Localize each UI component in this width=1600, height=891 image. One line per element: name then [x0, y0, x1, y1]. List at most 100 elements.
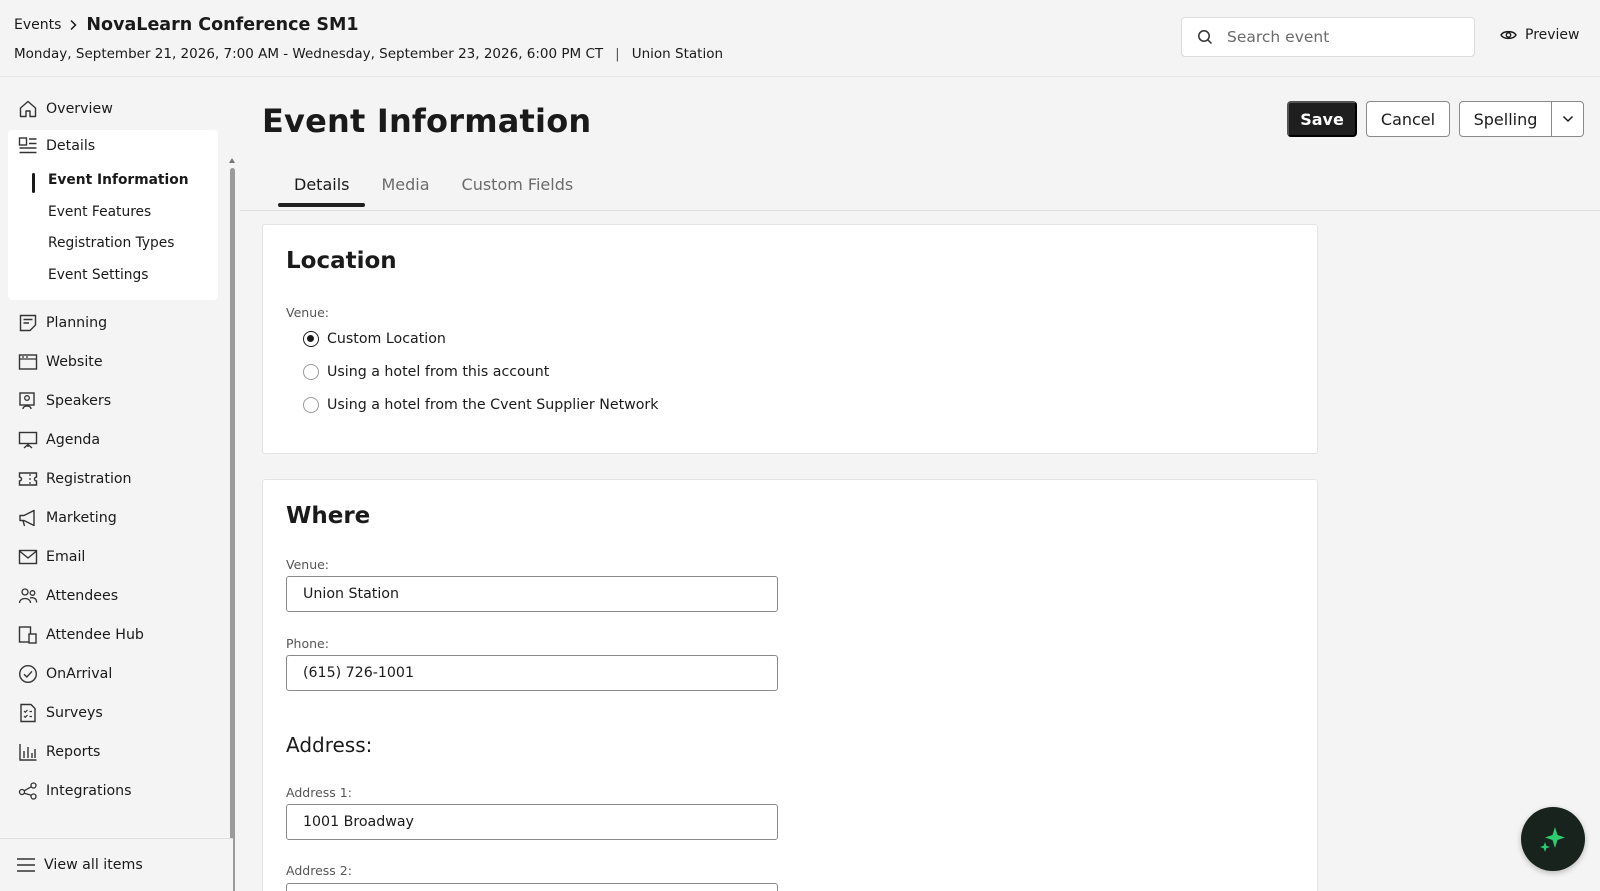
envelope-icon: [18, 547, 38, 567]
address-heading: Address:: [286, 733, 373, 757]
chevron-down-icon: [1562, 115, 1574, 123]
search-input[interactable]: Search event: [1181, 17, 1475, 57]
tab-bar: Details Media Custom Fields: [278, 174, 589, 207]
sidebar-item-speakers[interactable]: Speakers: [18, 390, 111, 412]
radio-checked-icon[interactable]: [303, 331, 319, 347]
planning-icon: [18, 313, 38, 333]
sidebar-item-website[interactable]: Website: [18, 351, 103, 373]
address2-field[interactable]: [286, 883, 778, 891]
search-icon: [1197, 29, 1213, 45]
where-card: Where Venue: Union Station Phone: (615) …: [262, 479, 1318, 891]
location-card: Location Venue: Custom Location Using a …: [262, 224, 1318, 454]
sidebar-item-reports[interactable]: Reports: [18, 741, 100, 763]
save-button[interactable]: Save: [1287, 101, 1357, 137]
share-nodes-icon: [18, 781, 38, 801]
sidebar-scrollbar-thumb[interactable]: [230, 168, 235, 891]
more-actions-dropdown[interactable]: [1551, 101, 1584, 137]
sidebar-item-surveys[interactable]: Surveys: [18, 702, 103, 724]
sidebar-item-email[interactable]: Email: [18, 546, 85, 568]
breadcrumb: Events NovaLearn Conference SM1: [14, 15, 359, 35]
sidebar: Overview Details Event Information Event…: [0, 78, 235, 891]
sidebar-item-planning[interactable]: Planning: [18, 312, 107, 334]
radio-label: Using a hotel from this account: [327, 364, 550, 380]
venue-type-label: Venue:: [286, 305, 330, 320]
preview-label: Preview: [1525, 27, 1580, 43]
chevron-right-icon: [69, 19, 77, 31]
venue-field[interactable]: Union Station: [286, 576, 778, 612]
tabs-divider: [240, 210, 1600, 211]
search-placeholder: Search event: [1227, 28, 1330, 46]
radio-custom-location[interactable]: Custom Location: [303, 331, 446, 347]
sidebar-item-attendee-hub[interactable]: Attendee Hub: [18, 624, 144, 646]
sidebar-subitem-event-information[interactable]: Event Information: [48, 172, 189, 188]
tab-details[interactable]: Details: [278, 174, 366, 207]
bar-chart-icon: [18, 742, 38, 762]
spelling-button[interactable]: Spelling: [1459, 101, 1552, 137]
tab-custom-fields[interactable]: Custom Fields: [446, 174, 590, 207]
sidebar-subitem-event-features[interactable]: Event Features: [48, 204, 151, 220]
sidebar-item-marketing[interactable]: Marketing: [18, 507, 117, 529]
eye-icon: [1500, 28, 1517, 42]
tab-media[interactable]: Media: [365, 174, 445, 207]
check-circle-icon: [18, 664, 38, 684]
radio-unchecked-icon[interactable]: [303, 364, 319, 380]
address1-field-label: Address 1:: [286, 785, 352, 800]
active-indicator: [32, 173, 35, 193]
sidebar-item-label: Speakers: [46, 393, 112, 409]
scroll-up-arrow-icon[interactable]: [229, 158, 235, 163]
sidebar-item-onarrival[interactable]: OnArrival: [18, 663, 112, 685]
sidebar-item-label: Details: [46, 138, 96, 154]
survey-icon: [18, 703, 38, 723]
website-icon: [18, 352, 38, 372]
sidebar-item-label: Integrations: [46, 783, 132, 799]
phone-field-label: Phone:: [286, 636, 329, 651]
radio-unchecked-icon[interactable]: [303, 397, 319, 413]
sidebar-item-label: OnArrival: [46, 666, 113, 682]
hamburger-menu-icon: [17, 858, 35, 872]
address1-field[interactable]: 1001 Broadway: [286, 804, 778, 840]
sidebar-footer: View all items: [0, 838, 233, 891]
radio-label: Using a hotel from the Cvent Supplier Ne…: [327, 397, 659, 413]
meta-divider: |: [615, 46, 620, 62]
phone-field[interactable]: (615) 726-1001: [286, 655, 778, 691]
location-heading: Location: [286, 248, 397, 274]
venue-field-label: Venue:: [286, 557, 330, 572]
sidebar-subitem-event-settings[interactable]: Event Settings: [48, 267, 149, 283]
sidebar-item-label: Planning: [46, 315, 108, 331]
sidebar-item-agenda[interactable]: Agenda: [18, 429, 100, 451]
event-date-range: Monday, September 21, 2026, 7:00 AM - We…: [14, 46, 604, 62]
sidebar-subitem-registration-types[interactable]: Registration Types: [48, 235, 174, 251]
presentation-icon: [18, 430, 38, 450]
sidebar-item-label: Email: [46, 549, 86, 565]
sidebar-item-registration[interactable]: Registration: [18, 468, 132, 490]
where-heading: Where: [286, 503, 371, 529]
radio-hotel-supplier-network[interactable]: Using a hotel from the Cvent Supplier Ne…: [303, 397, 658, 413]
cancel-button[interactable]: Cancel: [1366, 101, 1450, 137]
sparkle-icon: [1538, 824, 1568, 854]
sidebar-item-label: Attendees: [46, 588, 119, 604]
sidebar-item-label: Overview: [46, 101, 113, 117]
sidebar-item-label: Agenda: [46, 432, 101, 448]
event-venue: Union Station: [631, 46, 724, 62]
sidebar-item-label: Registration: [46, 471, 132, 487]
breadcrumb-events-link[interactable]: Events: [14, 17, 61, 33]
radio-label: Custom Location: [327, 331, 446, 347]
sidebar-item-integrations[interactable]: Integrations: [18, 780, 132, 802]
view-all-items-button[interactable]: View all items: [17, 857, 143, 873]
sidebar-item-label: Marketing: [46, 510, 117, 526]
preview-button[interactable]: Preview: [1500, 27, 1580, 43]
ai-assistant-button[interactable]: [1521, 807, 1585, 871]
sidebar-item-overview[interactable]: Overview: [18, 98, 113, 120]
main-content: Event Information Save Cancel Spelling D…: [240, 78, 1600, 891]
radio-hotel-account[interactable]: Using a hotel from this account: [303, 364, 549, 380]
hub-icon: [18, 625, 38, 645]
top-header: Events NovaLearn Conference SM1 Monday, …: [0, 0, 1600, 77]
megaphone-icon: [18, 508, 38, 528]
sidebar-item-details[interactable]: Details: [18, 135, 95, 157]
event-meta: Monday, September 21, 2026, 7:00 AM - We…: [14, 46, 723, 62]
sidebar-item-attendees[interactable]: Attendees: [18, 585, 118, 607]
view-all-label: View all items: [44, 857, 143, 873]
event-title: NovaLearn Conference SM1: [86, 15, 359, 35]
sidebar-item-label: Surveys: [46, 705, 103, 721]
page-title: Event Information: [262, 102, 592, 140]
